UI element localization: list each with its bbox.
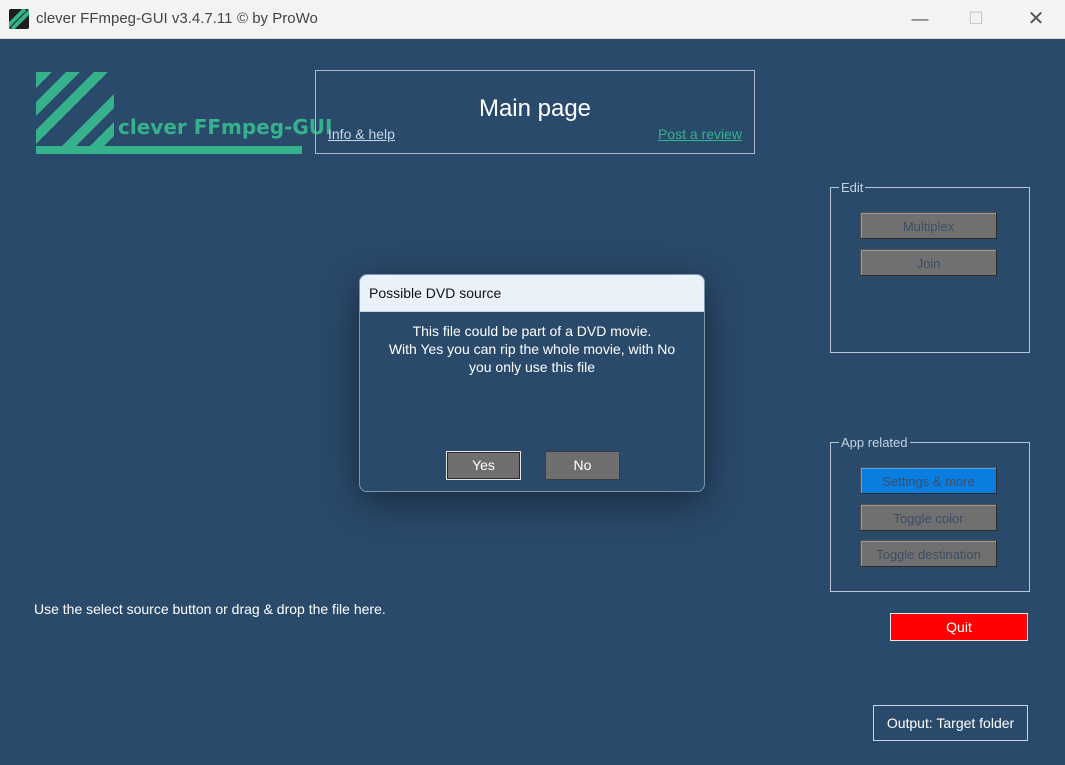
no-button[interactable]: No [545, 451, 620, 480]
quit-button[interactable]: Quit [890, 613, 1028, 641]
page-title: Main page [478, 95, 592, 122]
dialog-message: This file could be part of a DVD movie. … [360, 322, 704, 376]
dialog-message-line: you only use this file [468, 359, 596, 375]
maximize-button[interactable]: ☐ [953, 0, 999, 38]
app-icon [9, 9, 29, 29]
minimize-icon: — [911, 9, 929, 28]
title-bar: clever FFmpeg-GUI v3.4.7.11 © by ProWo —… [0, 0, 1065, 39]
window-copyright: © by ProWo [237, 10, 318, 27]
drop-hint: Use the select source button or drag & d… [34, 601, 386, 617]
toggle-destination-button[interactable]: Toggle destination [860, 540, 997, 567]
logo-text: clever FFmpeg-GUI [118, 115, 333, 139]
join-button[interactable]: Join [860, 249, 997, 276]
dvd-source-dialog: Possible DVD source This file could be p… [359, 274, 705, 492]
info-help-link[interactable]: Info & help [328, 126, 395, 142]
output-target-button[interactable]: Output: Target folder [873, 705, 1028, 741]
settings-button[interactable]: Settings & more [860, 467, 997, 494]
app-related-group: App related Settings & more Toggle color… [830, 435, 1030, 592]
dialog-title: Possible DVD source [369, 285, 502, 301]
window-title: clever FFmpeg-GUI v3.4.7.11 [36, 10, 233, 27]
minimize-button[interactable]: — [897, 0, 943, 38]
app-logo [36, 72, 302, 154]
dialog-message-line: This file could be part of a DVD movie. [412, 323, 652, 339]
multiplex-button[interactable]: Multiplex [860, 212, 997, 239]
edit-group-legend: Edit [839, 180, 866, 195]
main-header: Main page Info & help Post a review [315, 70, 755, 154]
toggle-color-button[interactable]: Toggle color [860, 504, 997, 531]
maximize-icon: ☐ [968, 9, 984, 28]
close-button[interactable]: ✕ [1013, 0, 1059, 38]
dialog-message-line: With Yes you can rip the whole movie, wi… [388, 341, 676, 357]
edit-group: Edit Multiplex Join [830, 180, 1030, 353]
yes-button[interactable]: Yes [446, 451, 521, 480]
dialog-header: Possible DVD source [360, 275, 704, 312]
close-icon: ✕ [1027, 8, 1045, 30]
post-review-link[interactable]: Post a review [658, 126, 742, 142]
app-related-legend: App related [839, 435, 910, 450]
